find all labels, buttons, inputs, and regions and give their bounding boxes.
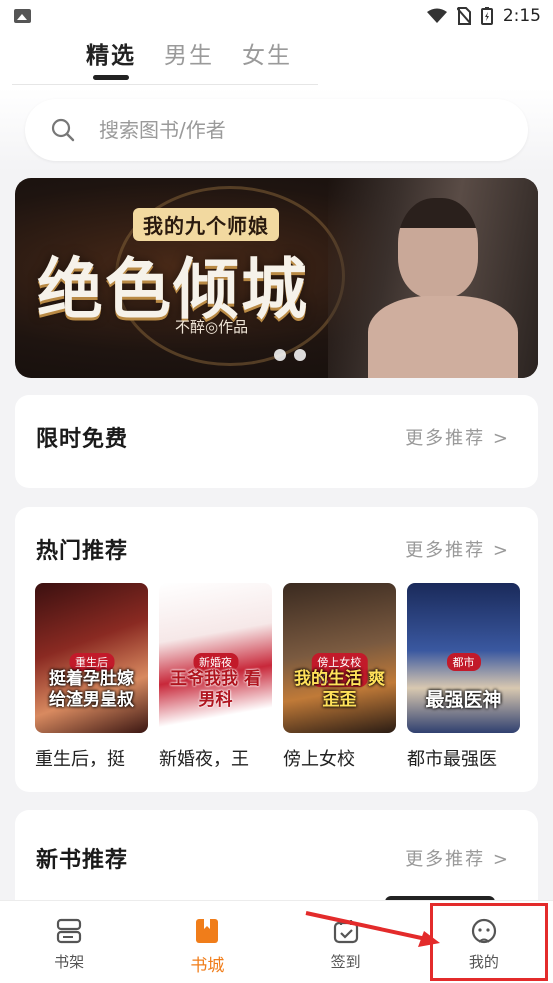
cover-title: 我的生活 爽歪歪 — [294, 669, 385, 710]
profile-icon — [471, 918, 496, 944]
cover-title: 挺着孕肚嫁 给渣男皇叔 — [49, 669, 134, 710]
book-item[interactable]: 重生后 挺着孕肚嫁 给渣男皇叔 重生后，挺 — [35, 583, 148, 771]
banner-pagination — [274, 349, 306, 361]
section-title: 新书推荐 — [36, 848, 129, 873]
banner-dot[interactable] — [294, 349, 306, 361]
status-bar: 2:15 — [0, 0, 553, 32]
battery-icon — [480, 7, 493, 25]
banner-author: 不醉◎作品 — [175, 318, 249, 336]
search-icon — [51, 118, 75, 142]
nav-profile[interactable]: 我的 — [415, 901, 553, 983]
banner-dot[interactable] — [274, 349, 286, 361]
tab-divider — [12, 84, 318, 85]
book-item[interactable]: 傍上女校花 我的生活 爽歪歪 傍上女校 — [283, 583, 396, 771]
book-title: 新婚夜，王 — [159, 749, 249, 770]
bookshelf-icon — [57, 918, 82, 944]
search-bar[interactable] — [25, 99, 528, 161]
book-title: 重生后，挺 — [35, 749, 125, 770]
book-list: 重生后 挺着孕肚嫁 给渣男皇叔 重生后，挺 新婚夜 王爷我我 看男科 新婚夜，王… — [35, 583, 520, 771]
search-area — [0, 88, 553, 172]
wifi-icon — [426, 8, 447, 23]
cover-tag: 都市 — [446, 653, 481, 671]
section-title: 热门推荐 — [36, 539, 129, 564]
status-time: 2:15 — [502, 6, 541, 26]
tab-female[interactable]: 女生 — [242, 36, 292, 84]
more-link[interactable]: 更多推荐 > — [405, 845, 510, 871]
book-cover: 重生后 挺着孕肚嫁 给渣男皇叔 — [35, 583, 148, 733]
gallery-notification-icon — [14, 9, 31, 23]
promo-banner[interactable]: 我的九个师娘 绝色倾城 不醉◎作品 — [15, 178, 538, 378]
more-link[interactable]: 更多推荐 > — [405, 536, 510, 562]
book-cover: 新婚夜 王爷我我 看男科 — [159, 583, 272, 733]
book-item[interactable]: 都市 最强医神 都市最强医 — [407, 583, 520, 771]
book-cover: 傍上女校花 我的生活 爽歪歪 — [283, 583, 396, 733]
nav-label: 书架 — [54, 953, 85, 971]
search-input[interactable] — [99, 118, 479, 142]
bookstore-icon — [196, 919, 219, 943]
nav-bookstore[interactable]: 书城 — [138, 901, 276, 983]
no-sim-icon — [456, 7, 471, 25]
nav-label: 签到 — [330, 953, 361, 971]
nav-label: 书城 — [190, 956, 225, 976]
checkin-icon — [333, 920, 358, 944]
cover-title: 王爷我我 看男科 — [170, 669, 261, 710]
tab-featured[interactable]: 精选 — [86, 36, 136, 84]
top-tab-bar: 精选 男生 女生 — [0, 32, 553, 88]
tab-male[interactable]: 男生 — [164, 36, 214, 84]
section-free: 限时免费 更多推荐 > — [15, 395, 538, 488]
more-link[interactable]: 更多推荐 > — [405, 424, 510, 450]
nav-label: 我的 — [468, 953, 499, 971]
cover-title: 最强医神 — [425, 689, 502, 711]
book-cover: 都市 最强医神 — [407, 583, 520, 733]
book-title: 都市最强医 — [407, 749, 497, 770]
book-title: 傍上女校 — [283, 749, 355, 770]
nav-checkin[interactable]: 签到 — [277, 901, 415, 983]
section-title: 限时免费 — [36, 427, 129, 452]
book-item[interactable]: 新婚夜 王爷我我 看男科 新婚夜，王 — [159, 583, 272, 771]
banner-character-image — [328, 178, 538, 378]
bottom-nav: 书架 书城 签到 我的 — [0, 900, 553, 983]
banner-title: 绝色倾城 — [37, 250, 309, 328]
section-hot: 热门推荐 更多推荐 > 重生后 挺着孕肚嫁 给渣男皇叔 重生后，挺 新婚夜 王爷… — [15, 507, 538, 792]
nav-bookshelf[interactable]: 书架 — [0, 901, 138, 983]
